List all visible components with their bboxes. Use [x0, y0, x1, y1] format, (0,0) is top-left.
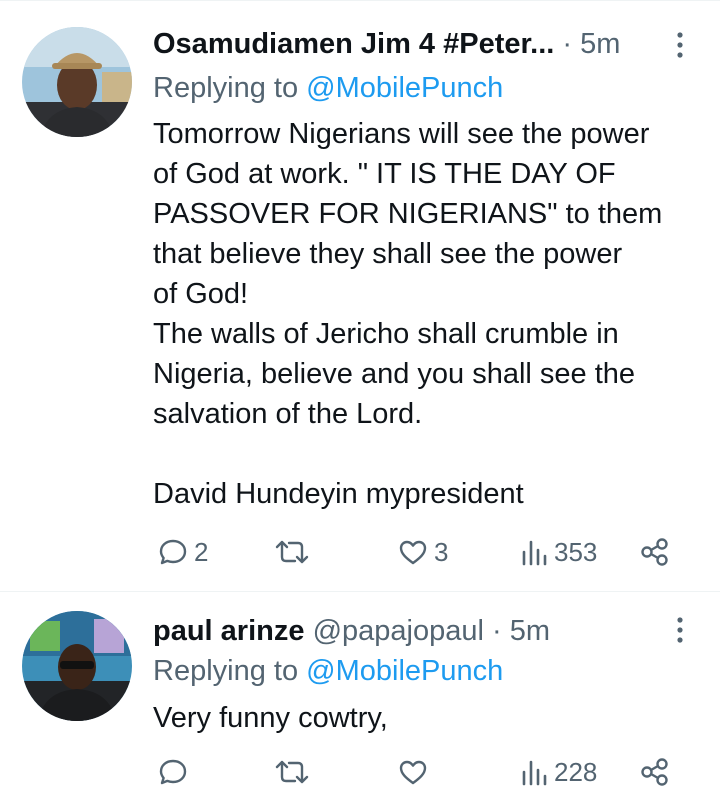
share-icon [640, 537, 670, 567]
replying-prefix: Replying to [153, 655, 299, 687]
handle[interactable]: @papajopaul [313, 615, 484, 647]
share-button[interactable] [640, 532, 670, 572]
tweet-header: paul arinze @papajopaul · 5m [153, 614, 550, 648]
share-icon [640, 757, 670, 787]
view-count: 228 [554, 756, 598, 787]
repost-icon [275, 537, 309, 567]
reply-button[interactable] [158, 752, 194, 792]
timestamp[interactable]: · 5m [562, 28, 620, 60]
action-bar: 228 [0, 752, 720, 792]
like-icon [398, 758, 428, 786]
reply-icon [158, 757, 188, 787]
tweet[interactable]: Osamudiamen Jim 4 #Peter... · 5m Replyin… [0, 0, 720, 592]
views-icon [520, 538, 548, 566]
reply-icon [158, 537, 188, 567]
tweet-header: Osamudiamen Jim 4 #Peter... · 5m [153, 27, 620, 61]
action-bar: 2 3 353 [0, 532, 720, 572]
like-button[interactable] [398, 752, 434, 792]
replying-handle-link[interactable]: @MobilePunch [306, 72, 503, 104]
more-vertical-icon[interactable] [672, 31, 688, 59]
replying-to: Replying to @MobilePunch [153, 71, 503, 105]
replying-handle-link[interactable]: @MobilePunch [306, 655, 503, 687]
like-icon [398, 538, 428, 566]
views-icon [520, 758, 548, 786]
share-button[interactable] [640, 752, 670, 792]
tweet[interactable]: paul arinze @papajopaul · 5m Replying to… [0, 592, 720, 787]
avatar[interactable] [22, 27, 132, 137]
repost-button[interactable] [275, 752, 315, 792]
replying-prefix: Replying to [153, 72, 299, 104]
like-button[interactable]: 3 [398, 532, 448, 572]
view-count: 353 [554, 536, 598, 567]
tweet-text: Very funny cowtry, [153, 702, 388, 734]
display-name[interactable]: Osamudiamen Jim 4 #Peter... [153, 28, 554, 60]
views-button[interactable]: 353 [520, 532, 597, 572]
timestamp[interactable]: · 5m [492, 615, 550, 647]
repost-button[interactable] [275, 532, 315, 572]
repost-icon [275, 757, 309, 787]
like-count: 3 [434, 536, 449, 567]
views-button[interactable]: 228 [520, 752, 597, 792]
avatar[interactable] [22, 611, 132, 721]
reply-count: 2 [194, 536, 209, 567]
reply-button[interactable]: 2 [158, 532, 208, 572]
display-name[interactable]: paul arinze [153, 615, 305, 647]
more-vertical-icon[interactable] [672, 616, 688, 644]
replying-to: Replying to @MobilePunch [153, 654, 503, 688]
tweet-text: Tomorrow Nigerians will see the power of… [153, 118, 663, 510]
